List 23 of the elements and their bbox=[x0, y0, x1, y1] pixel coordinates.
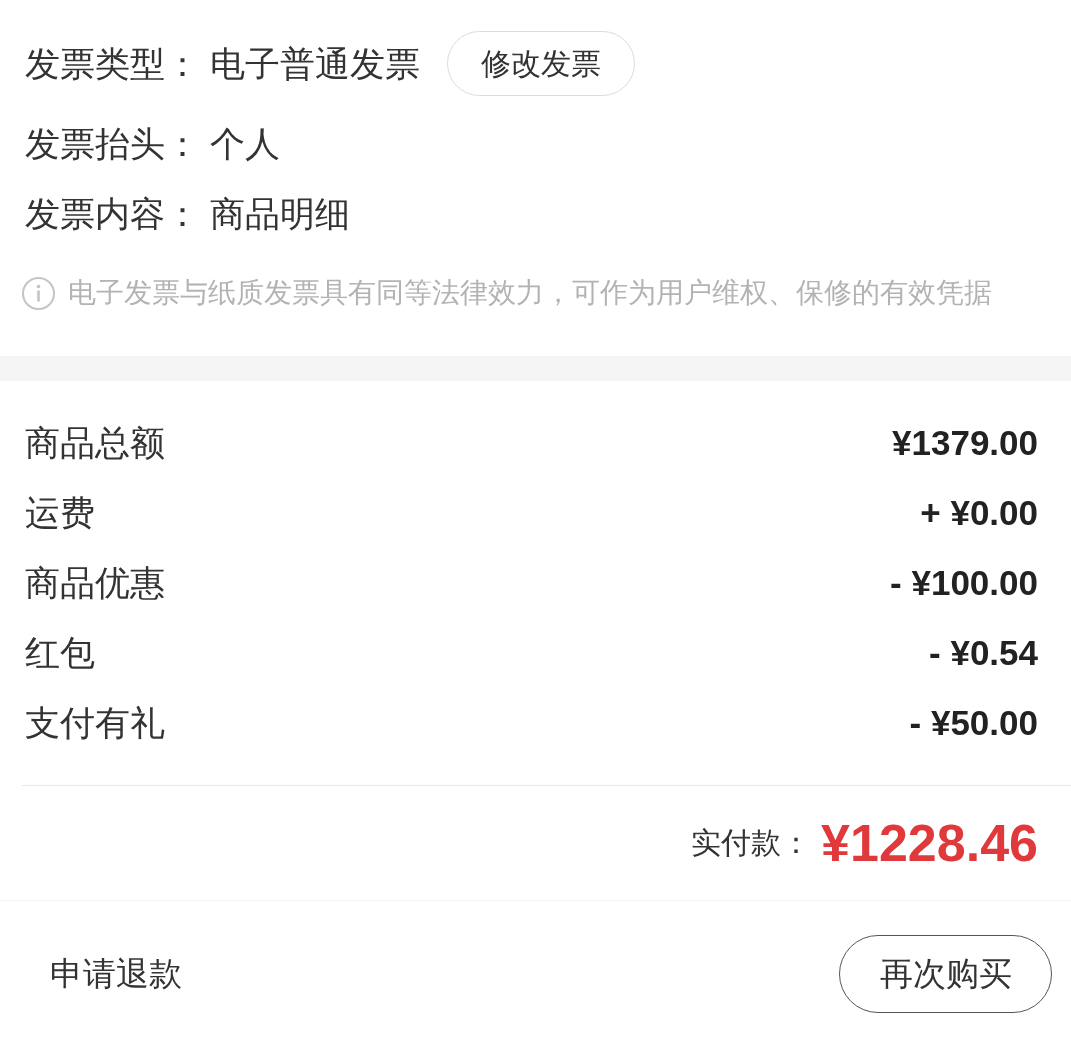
info-icon bbox=[22, 276, 55, 310]
price-label: 商品总额 bbox=[25, 424, 165, 460]
price-amount: - ¥50.00 bbox=[909, 704, 1038, 740]
field-label: 发票抬头： bbox=[25, 125, 200, 161]
field-value: 个人 bbox=[210, 125, 280, 161]
field-label: 发票类型： bbox=[25, 45, 200, 81]
refund-link[interactable]: 申请退款 bbox=[50, 957, 182, 990]
price-amount: - ¥100.00 bbox=[890, 564, 1038, 600]
price-label: 红包 bbox=[25, 634, 95, 670]
price-label: 商品优惠 bbox=[25, 564, 165, 600]
buy-again-button[interactable]: 再次购买 bbox=[839, 934, 1052, 1013]
price-label: 支付有礼 bbox=[25, 704, 165, 740]
price-amount: ¥1379.00 bbox=[892, 424, 1038, 460]
price-label: 运费 bbox=[25, 494, 95, 530]
field-label: 发票内容： bbox=[25, 195, 200, 231]
field-value: 商品明细 bbox=[210, 195, 350, 231]
edit-invoice-button[interactable]: 修改发票 bbox=[447, 30, 635, 96]
field-value: 电子普通发票 bbox=[210, 45, 420, 81]
total-label: 实付款： bbox=[691, 828, 812, 858]
notice-text: 电子发票与纸质发票具有同等法律效力，可作为用户维权、保修的有效凭据 bbox=[68, 279, 992, 307]
price-amount: - ¥0.54 bbox=[929, 634, 1038, 670]
price-amount: + ¥0.00 bbox=[920, 494, 1038, 530]
total-amount: ¥1228.46 bbox=[821, 817, 1038, 869]
